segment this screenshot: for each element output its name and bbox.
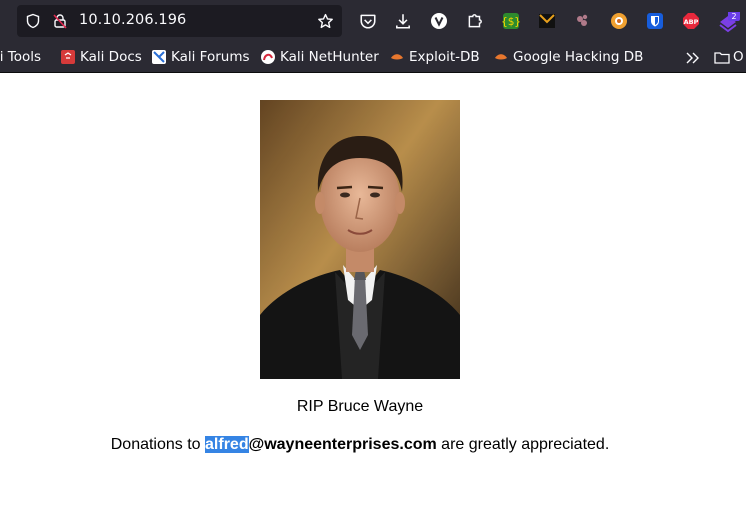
browser-toolbar: 10.10.206.196 {$} ABP 2 (0, 0, 746, 41)
download-icon[interactable] (394, 12, 412, 30)
address-bar[interactable]: 10.10.206.196 (17, 5, 342, 37)
portrait-photo (260, 100, 460, 379)
donation-message: Donations to alfred@wayneenterprises.com… (0, 436, 720, 454)
bookmark-kali-tools[interactable]: li Tools (0, 48, 41, 66)
bookmark-label: Kali Docs (80, 49, 142, 65)
adblock-plus-icon[interactable]: ABP (682, 12, 700, 30)
lock-insecure-icon[interactable] (52, 13, 68, 33)
kali-docs-icon (61, 50, 75, 64)
donation-prefix: Donations to (110, 436, 206, 453)
kali-nethunter-icon (261, 50, 275, 64)
url-text[interactable]: 10.10.206.196 (79, 12, 186, 28)
pocket-icon[interactable] (359, 12, 377, 30)
folder-icon (714, 50, 730, 64)
bookmarks-toolbar: li Tools Kali Docs Kali Forums Kali NetH… (0, 41, 746, 73)
bookmark-label: li Tools (0, 49, 42, 65)
badge-count: 2 (731, 12, 736, 21)
cookie-extension-icon[interactable] (574, 12, 592, 30)
vimium-extension-icon[interactable] (430, 12, 448, 30)
kali-forums-icon (152, 50, 166, 64)
bookmark-label: Kali Forums (171, 49, 250, 65)
hackbar-extension-icon[interactable] (538, 12, 556, 30)
chevron-overflow-icon[interactable] (684, 50, 700, 69)
bookmark-google-hacking-db[interactable]: Google Hacking DB (494, 48, 643, 66)
wappalyzer-icon[interactable] (610, 12, 628, 30)
bookmark-other-bookmarks[interactable]: O (714, 48, 744, 66)
bookmark-kali-nethunter[interactable]: Kali NetHunter (261, 48, 379, 66)
donation-email[interactable]: alfred@wayneenterprises.com (205, 436, 437, 453)
json-viewer-icon[interactable]: {$} (501, 12, 521, 30)
memorial-caption: RIP Bruce Wayne (296, 398, 424, 415)
svg-text:{$}: {$} (502, 15, 520, 28)
donation-suffix: are greatly appreciated. (436, 436, 610, 453)
extensions-puzzle-icon[interactable] (466, 12, 484, 30)
bookmark-label: Google Hacking DB (513, 49, 644, 65)
bookmark-star-icon[interactable] (317, 13, 334, 34)
bitwarden-icon[interactable] (646, 12, 664, 30)
shield-icon[interactable] (25, 13, 41, 33)
bookmark-label: Kali NetHunter (280, 49, 379, 65)
abp-label: ABP (684, 18, 699, 26)
bookmark-kali-forums[interactable]: Kali Forums (152, 48, 250, 66)
bookmark-label: O (733, 49, 744, 65)
email-domain[interactable]: @wayneenterprises.com (249, 436, 437, 453)
bookmark-label: Exploit-DB (409, 49, 480, 65)
extension-badge-icon[interactable]: 2 (718, 10, 740, 33)
bookmark-exploit-db[interactable]: Exploit-DB (390, 48, 480, 66)
exploit-db-icon (390, 50, 404, 64)
ghdb-icon (494, 50, 508, 64)
selected-email-user[interactable]: alfred (205, 436, 249, 453)
bookmark-kali-docs[interactable]: Kali Docs (61, 48, 142, 66)
